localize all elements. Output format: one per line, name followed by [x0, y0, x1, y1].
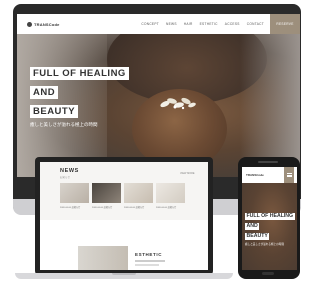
phone-hero-title-line-2: AND: [245, 223, 260, 230]
reserve-button[interactable]: RESERVE: [270, 14, 300, 34]
phone-screen: TRANSCode FULL OF HEALING AND BEAUTY 癒しと…: [242, 167, 297, 270]
esthetic-image: [78, 246, 128, 270]
news-card[interactable]: 2020.00.00 お知らせ: [156, 183, 185, 209]
news-caption: 2020.00.00 お知らせ: [60, 207, 81, 209]
news-card[interactable]: 2020.00.00 お知らせ: [92, 183, 121, 209]
news-thumbnail: [60, 183, 89, 203]
nav-item-access[interactable]: ACCESS: [225, 22, 240, 26]
news-subheading: お知らせ: [60, 176, 70, 179]
nav-item-concept[interactable]: CONCEPT: [141, 22, 159, 26]
laptop-notch: [112, 273, 136, 275]
phone-hero-title-line-1: FULL OF HEALING: [245, 213, 295, 220]
logo-text: TRANSCode: [34, 21, 60, 27]
news-thumbnail: [156, 183, 185, 203]
site-header: TRANSCode CONCEPT NEWS HAIR ESTHETIC ACC…: [17, 14, 300, 34]
phone-hero-title-line-3: BEAUTY: [245, 233, 270, 240]
news-view-more-link[interactable]: VIEW MORE: [180, 172, 195, 175]
hamburger-menu-icon[interactable]: [284, 167, 294, 183]
news-thumbnail: [124, 183, 153, 203]
hair-accessory-icon: [160, 97, 196, 110]
phone-header: TRANSCode: [242, 167, 297, 183]
nav-item-esthetic[interactable]: ESTHETIC: [200, 22, 218, 26]
news-caption: 2020.00.00 お知らせ: [156, 207, 177, 209]
news-caption: 2020.00.00 お知らせ: [124, 207, 145, 209]
news-card[interactable]: 2020.00.00 お知らせ: [60, 183, 89, 209]
hero-background-right: [240, 34, 300, 177]
news-caption: 2020.00.00 お知らせ: [92, 207, 113, 209]
hero-subtitle: 癒しと美しさが溢れる極上の時間: [30, 122, 98, 127]
hero-title-line-2: AND: [30, 86, 59, 99]
site-logo[interactable]: TRANSCode: [27, 21, 60, 27]
esthetic-text-line: [135, 264, 159, 266]
logo-icon: [27, 21, 32, 27]
nav-item-hair[interactable]: HAIR: [184, 22, 193, 26]
desktop-screen: TRANSCode CONCEPT NEWS HAIR ESTHETIC ACC…: [17, 14, 300, 177]
phone-home-indicator: [262, 272, 274, 275]
laptop-screen: NEWS お知らせ VIEW MORE 2020.00.00 お知らせ 2020…: [40, 162, 208, 270]
hero-title-line-3: BEAUTY: [30, 105, 79, 118]
news-heading: NEWS: [60, 168, 79, 174]
phone-hero-subtitle: 癒しと美しさが溢れる極上の時間: [245, 243, 284, 246]
phone-logo[interactable]: TRANSCode: [246, 173, 264, 177]
nav-item-contact[interactable]: CONTACT: [247, 22, 264, 26]
news-thumbnail: [92, 183, 121, 203]
esthetic-text-line: [135, 260, 165, 262]
phone-speaker: [258, 161, 278, 163]
main-nav: CONCEPT NEWS HAIR ESTHETIC ACCESS CONTAC…: [134, 22, 264, 26]
nav-item-news[interactable]: NEWS: [166, 22, 177, 26]
news-card[interactable]: 2020.00.00 お知らせ: [124, 183, 153, 209]
hero-title-line-1: FULL OF HEALING: [30, 67, 129, 80]
esthetic-heading: ESTHETIC: [135, 252, 163, 257]
